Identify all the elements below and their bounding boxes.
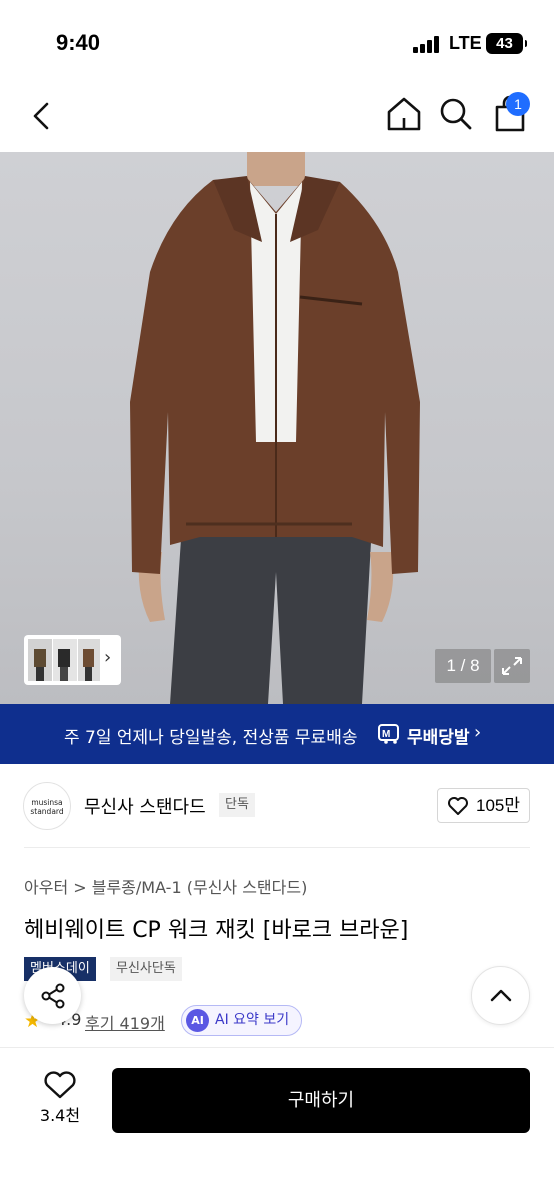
brand-name[interactable]: 무신사 스탠다드 bbox=[84, 793, 206, 819]
brand-like-button[interactable]: 105만 bbox=[437, 788, 530, 823]
brand-like-count: 105만 bbox=[476, 796, 521, 815]
wishlist-count: 3.4천 bbox=[39, 1106, 81, 1125]
reviews-link[interactable]: 후기 419개 bbox=[85, 1010, 165, 1034]
cart-count-badge: 1 bbox=[506, 92, 530, 116]
scroll-top-button[interactable] bbox=[471, 966, 530, 1025]
chevron-up-icon bbox=[490, 989, 512, 1002]
svg-text:M: M bbox=[382, 729, 390, 740]
status-bar: 9:40 LTE 43 bbox=[0, 0, 554, 86]
ai-icon: AI bbox=[186, 1009, 209, 1032]
delivery-banner-text: 주 7일 언제나 당일발송, 전상품 무료배송 bbox=[64, 728, 358, 748]
thumbnail-strip[interactable]: › bbox=[24, 635, 121, 685]
bottom-action-bar: 3.4천 구매하기 bbox=[0, 1047, 554, 1200]
divider bbox=[24, 847, 530, 848]
signal-icon bbox=[413, 35, 441, 53]
free-delivery-logo-icon: M bbox=[378, 724, 399, 744]
expand-icon bbox=[502, 657, 522, 675]
home-icon bbox=[387, 97, 421, 131]
chevron-right-icon: › bbox=[104, 647, 112, 668]
home-button[interactable] bbox=[384, 94, 424, 134]
heart-icon bbox=[448, 797, 468, 815]
search-icon bbox=[440, 98, 472, 130]
network-label: LTE bbox=[449, 33, 482, 53]
product-photo bbox=[130, 152, 420, 704]
thumbnail-image bbox=[28, 639, 52, 681]
product-image-gallery[interactable]: › 1 / 8 bbox=[0, 152, 554, 704]
expand-button[interactable] bbox=[494, 649, 530, 683]
buy-button[interactable]: 구매하기 bbox=[112, 1068, 530, 1133]
product-title: 헤비웨이트 CP 워크 재킷 [바로크 브라운] bbox=[24, 918, 409, 943]
top-nav bbox=[0, 86, 554, 152]
share-button[interactable] bbox=[24, 967, 81, 1024]
heart-icon bbox=[44, 1071, 76, 1099]
ai-summary-label: AI 요약 보기 bbox=[215, 1012, 290, 1028]
share-icon bbox=[41, 983, 65, 1009]
breadcrumb[interactable]: 아우터 > 블루종/MA-1 (무신사 스탠다드) bbox=[24, 874, 307, 898]
delivery-banner[interactable]: 주 7일 언제나 당일발송, 전상품 무료배송 M 무배당발 › bbox=[0, 704, 554, 764]
thumbnail-image bbox=[53, 639, 77, 681]
image-counter: 1 / 8 bbox=[435, 649, 491, 683]
musinsa-exclusive-badge: 무신사단독 bbox=[110, 957, 182, 981]
wishlist-button[interactable]: 3.4천 bbox=[24, 1070, 96, 1130]
thumbnail-image bbox=[78, 639, 100, 681]
exclusive-tag: 단독 bbox=[219, 793, 255, 817]
back-button[interactable] bbox=[22, 96, 62, 136]
brand-logo[interactable]: musinsa standard bbox=[23, 782, 71, 830]
chevron-left-icon bbox=[33, 102, 49, 130]
status-time: 9:40 bbox=[56, 30, 101, 55]
battery-icon: 43 bbox=[486, 33, 527, 54]
ai-summary-button[interactable]: AI AI 요약 보기 bbox=[181, 1005, 302, 1036]
chevron-right-icon: › bbox=[474, 722, 482, 743]
delivery-logo-label: 무배당발 bbox=[407, 728, 470, 748]
search-button[interactable] bbox=[436, 94, 476, 134]
